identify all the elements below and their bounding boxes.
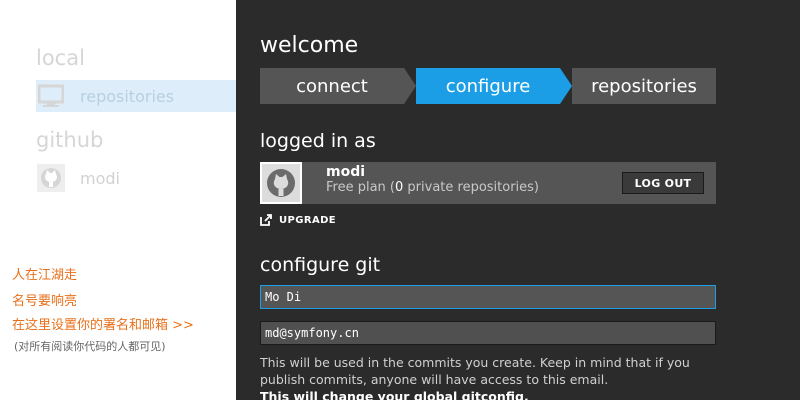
note-line-1: 人在江湖走 <box>12 268 78 283</box>
external-link-icon <box>260 214 272 226</box>
sidebar-item-label: repositories <box>80 86 175 106</box>
computer-icon <box>36 81 66 111</box>
sidebar-item-label: modi <box>80 168 120 188</box>
name-field[interactable]: Mo Di <box>260 285 716 309</box>
github-heading: github <box>36 128 104 152</box>
sidebar-item-local-repositories[interactable]: repositories <box>36 80 236 112</box>
page-title: welcome <box>260 33 359 58</box>
help-text-body: This will be used in the commits you cre… <box>260 355 690 387</box>
local-heading: local <box>36 46 85 70</box>
note-line-2: 名号要响亮 <box>12 294 78 309</box>
sidebar: local repositories github modi 人在江湖走 名号要… <box>0 0 236 400</box>
step-configure[interactable]: configure <box>416 68 560 104</box>
configure-git-heading: configure git <box>260 254 381 276</box>
note-line-4: (对所有阅读你代码的人都可见) <box>14 340 166 353</box>
help-text: This will be used in the commits you cre… <box>260 354 716 400</box>
logout-button[interactable]: LOG OUT <box>622 172 704 194</box>
plan-info: Free plan (0 private repositories) <box>326 180 540 195</box>
step-connect[interactable]: connect <box>260 68 404 104</box>
step-arrow <box>560 68 572 104</box>
main-panel: welcome connect configure repositories l… <box>236 0 800 400</box>
note-line-3: 在这里设置你的署名和邮箱 >> <box>12 318 194 333</box>
avatar <box>260 162 302 204</box>
github-octocat-icon <box>262 164 300 202</box>
wizard-steps: connect configure repositories <box>260 68 716 104</box>
upgrade-link[interactable]: UPGRADE <box>260 214 336 226</box>
step-arrow <box>404 68 416 104</box>
logged-in-heading: logged in as <box>260 130 376 152</box>
step-repositories[interactable]: repositories <box>572 68 716 104</box>
user-card: modi Free plan (0 private repositories) … <box>260 162 716 204</box>
help-text-warning: This will change your global gitconfig. <box>260 389 529 400</box>
upgrade-label: UPGRADE <box>279 214 337 226</box>
username: modi <box>326 164 366 180</box>
sidebar-item-github-modi[interactable]: modi <box>36 162 236 194</box>
github-octocat-icon <box>36 163 66 193</box>
email-field[interactable]: md@symfony.cn <box>260 321 716 345</box>
